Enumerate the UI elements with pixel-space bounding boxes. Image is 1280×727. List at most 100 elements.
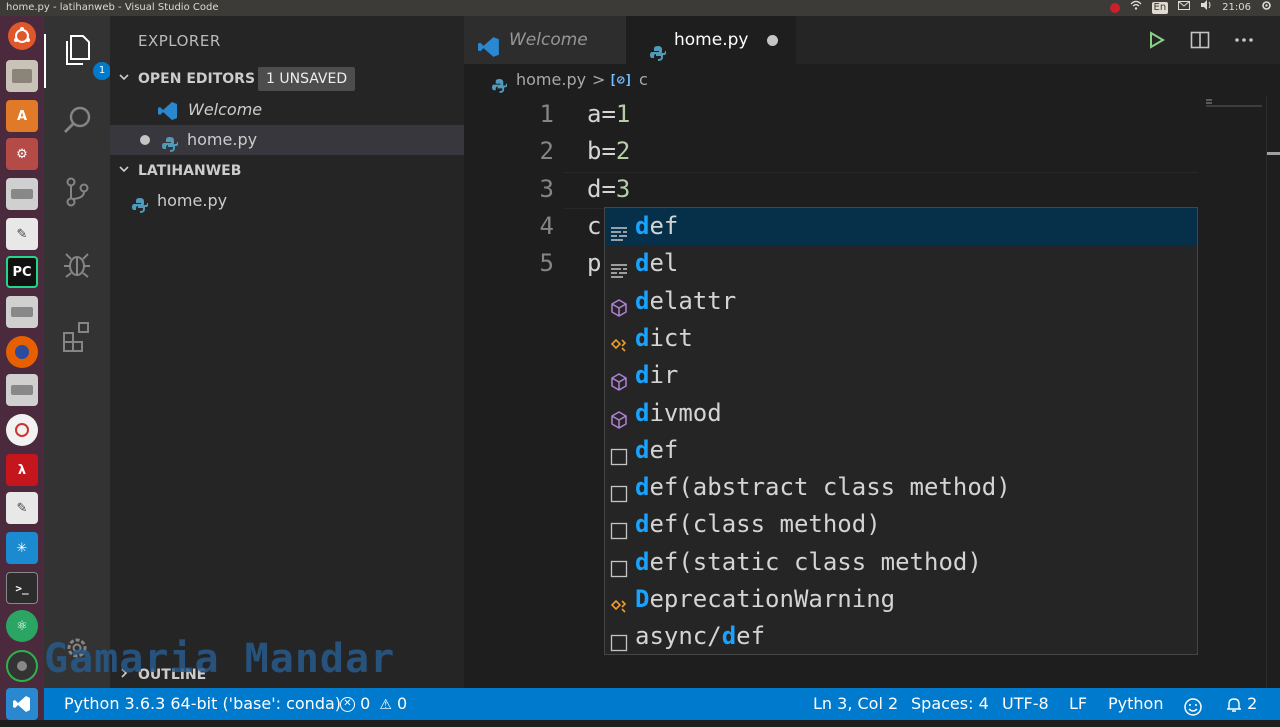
suggestion-item[interactable]: dict	[605, 320, 1197, 357]
debug-icon[interactable]	[59, 246, 95, 282]
vertical-scrollbar[interactable]	[1266, 96, 1280, 688]
suggestion-item[interactable]: dir	[605, 357, 1197, 394]
text-editor-icon[interactable]: ✎	[6, 218, 38, 250]
ubuntu-icon[interactable]	[8, 22, 36, 50]
file-tree-item-home-py[interactable]: home.py	[110, 186, 464, 216]
watermark: Gamaria Mandar	[44, 636, 396, 682]
suggestion-match: d	[635, 398, 650, 427]
unsaved-dot-icon[interactable]	[767, 35, 778, 46]
split-editor-icon[interactable]	[1190, 30, 1210, 54]
feedback-smiley-icon[interactable]	[1184, 695, 1202, 727]
power-gear-icon[interactable]	[1261, 0, 1272, 17]
suggestion-match: d	[635, 361, 650, 390]
method-icon	[609, 366, 629, 392]
suggestion-rest: ict	[649, 323, 693, 352]
suggestion-label: dict	[635, 320, 693, 357]
wifi-icon[interactable]	[1130, 0, 1142, 16]
firefox-icon[interactable]	[6, 336, 38, 368]
drive-icon[interactable]	[6, 178, 38, 210]
software-center-icon[interactable]: A	[6, 100, 38, 132]
unsaved-dot-icon[interactable]	[140, 135, 150, 145]
method-icon	[609, 292, 629, 317]
snowflake-icon[interactable]: ✳	[6, 532, 38, 564]
editor-tab-bar: Welcome home.py	[464, 16, 1280, 64]
open-editors-header[interactable]: OPEN EDITORS 1 UNSAVED	[110, 65, 464, 93]
keyboard-layout-indicator[interactable]: En	[1151, 2, 1169, 14]
pycharm-icon[interactable]: PC	[6, 256, 38, 288]
search-icon[interactable]	[59, 102, 95, 138]
breadcrumb-file[interactable]: home.py	[516, 64, 586, 96]
suggestion-item[interactable]: divmod	[605, 395, 1197, 432]
suggestion-item[interactable]: delattr	[605, 283, 1197, 320]
suggestion-label: def	[635, 208, 678, 245]
suggestion-match: d	[635, 323, 650, 352]
suggestion-item[interactable]: def(abstract class method)	[605, 469, 1197, 506]
active-indicator	[44, 34, 46, 88]
suggestion-rest: ir	[649, 361, 679, 390]
suggestion-item[interactable]: def	[605, 208, 1197, 245]
breadcrumb: home.py > [⊘] c	[464, 64, 1280, 96]
workspace-header[interactable]: LATIHANWEB	[110, 157, 464, 185]
suggestion-match: d	[721, 622, 737, 651]
run-file-icon[interactable]	[1146, 30, 1166, 54]
extensions-icon[interactable]	[59, 318, 95, 354]
notifications[interactable]: 2	[1226, 688, 1257, 720]
open-editor-item-welcome[interactable]: Welcome	[110, 95, 464, 125]
text-editor-icon[interactable]: ✎	[6, 492, 38, 524]
encoding[interactable]: UTF-8	[1002, 688, 1049, 720]
vscode-icon[interactable]	[6, 688, 38, 720]
more-actions-icon[interactable]	[1234, 30, 1254, 54]
suggestion-rest: ef	[649, 212, 679, 240]
settings-icon[interactable]: ⚙	[6, 138, 38, 170]
suggestion-item[interactable]: del	[605, 245, 1197, 282]
acrobat-icon[interactable]: λ	[6, 454, 38, 486]
atom-icon[interactable]: ⚛	[6, 610, 38, 642]
drive-icon[interactable]	[6, 374, 38, 406]
line-number: 4	[539, 212, 554, 240]
notification-count: 2	[1247, 694, 1258, 713]
mail-icon[interactable]	[1178, 0, 1191, 16]
cursor-position[interactable]: Ln 3, Col 2	[813, 688, 898, 720]
language-mode[interactable]: Python	[1108, 688, 1163, 720]
suggestion-item[interactable]: def	[605, 432, 1197, 469]
indentation[interactable]: Spaces: 4	[911, 688, 989, 720]
suggestion-item[interactable]: def(class method)	[605, 506, 1197, 543]
scrollbar-marker	[1267, 152, 1280, 155]
snippet-icon	[609, 478, 629, 503]
terminal-icon[interactable]: >_	[6, 572, 38, 604]
line-ending[interactable]: LF	[1069, 688, 1087, 720]
autocomplete-suggest-widget[interactable]: def del delattr dict dir divmod def def(abstrac…	[604, 207, 1198, 655]
open-editor-item-home-py[interactable]: home.py	[110, 125, 464, 155]
suggestion-item[interactable]: async/def	[605, 618, 1197, 655]
window-title: home.py - latihanweb - Visual Studio Cod…	[6, 2, 219, 13]
source-control-icon[interactable]	[59, 174, 95, 210]
activity-bar: 1	[44, 16, 111, 688]
sound-icon[interactable]	[1200, 0, 1212, 16]
tab-welcome[interactable]: Welcome	[464, 16, 626, 64]
open-editor-label: home.py	[187, 130, 258, 149]
line-number: 5	[539, 249, 554, 277]
suggestion-item[interactable]: DeprecationWarning	[605, 581, 1197, 618]
files-icon[interactable]	[6, 60, 38, 92]
clock[interactable]: 21:06	[1222, 0, 1251, 16]
record-indicator-icon[interactable]	[1109, 3, 1120, 13]
suggestion-match: d	[635, 435, 650, 464]
suggestion-label: def(abstract class method)	[635, 469, 1011, 506]
snippet-icon	[609, 627, 629, 652]
drive-icon[interactable]	[6, 296, 38, 328]
libreoffice-icon[interactable]	[6, 414, 38, 446]
chevron-down-icon	[118, 157, 130, 185]
explorer-icon[interactable]: 1	[59, 32, 111, 80]
suggestion-match: d	[635, 510, 650, 539]
code-line: b=2	[587, 137, 630, 165]
snippet-icon	[609, 553, 629, 577]
suggestion-item[interactable]: def(static class method)	[605, 544, 1197, 581]
suggestion-rest: ivmod	[649, 398, 722, 427]
suggestion-label: divmod	[635, 395, 722, 432]
camera-icon[interactable]	[6, 650, 38, 682]
tab-home-py[interactable]: home.py	[626, 16, 796, 64]
breadcrumb-symbol[interactable]: c	[639, 64, 648, 96]
minimap[interactable]	[1204, 96, 1264, 688]
problems-indicator[interactable]: ✕ 0 ⚠ 0	[340, 688, 407, 721]
python-interpreter[interactable]: Python 3.6.3 64-bit ('base': conda)	[64, 688, 341, 720]
